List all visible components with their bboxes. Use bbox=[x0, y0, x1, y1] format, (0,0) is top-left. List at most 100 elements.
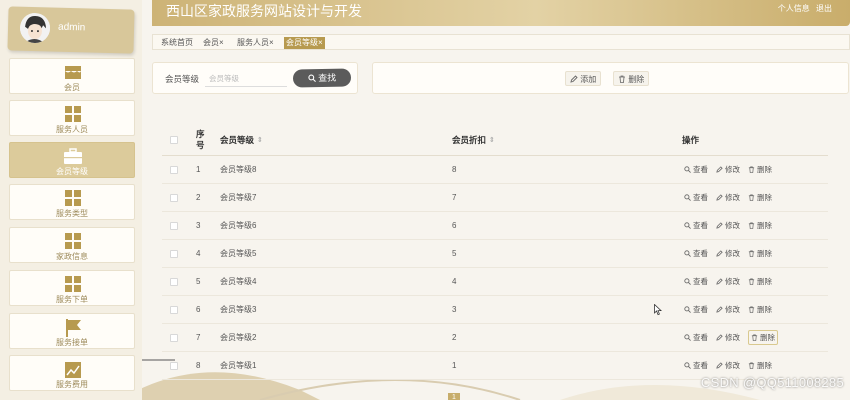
row-delete-button[interactable]: 删除 bbox=[748, 220, 772, 231]
table-row: 6 会员等级3 3 查看 修改 删除 bbox=[162, 296, 828, 324]
username: admin bbox=[57, 21, 86, 34]
row-checkbox[interactable] bbox=[170, 361, 178, 370]
search-icon bbox=[684, 278, 691, 285]
view-button[interactable]: 查看 bbox=[684, 248, 708, 259]
edit-button[interactable]: 修改 bbox=[716, 332, 740, 343]
close-icon[interactable]: × bbox=[318, 38, 323, 47]
search-icon bbox=[684, 362, 691, 369]
table-row: 4 会员等级5 5 查看 修改 删除 bbox=[162, 240, 828, 268]
tab-member[interactable]: 会员× bbox=[201, 37, 226, 49]
sidebar-item-label: 家政信息 bbox=[56, 252, 88, 261]
col-header-level[interactable]: 会员等级 ⇕ bbox=[220, 124, 263, 155]
row-delete-button[interactable]: 删除 bbox=[748, 248, 772, 259]
view-button[interactable]: 查看 bbox=[684, 276, 708, 287]
row-actions: 查看 修改 删除 bbox=[684, 156, 780, 183]
search-icon bbox=[684, 250, 691, 257]
cell-discount: 5 bbox=[452, 249, 457, 258]
cell-discount: 4 bbox=[452, 277, 457, 286]
watermark: CSDN @QQ511008285 bbox=[700, 375, 844, 390]
view-button[interactable]: 查看 bbox=[684, 164, 708, 175]
cell-index: 4 bbox=[196, 249, 201, 258]
col-header-discount[interactable]: 会员折扣 ⇕ bbox=[452, 124, 495, 155]
row-delete-button[interactable]: 删除 bbox=[748, 360, 772, 371]
delete-button[interactable]: 删除 bbox=[613, 71, 650, 86]
cell-index: 8 bbox=[196, 361, 201, 370]
mouse-cursor-icon bbox=[654, 304, 662, 316]
view-button[interactable]: 查看 bbox=[684, 220, 708, 231]
sidebar-item-label: 会员 bbox=[64, 83, 80, 92]
close-icon[interactable]: × bbox=[269, 38, 274, 47]
add-button-label: 添加 bbox=[580, 75, 597, 84]
sidebar-item-service-fee[interactable]: 服务费用 bbox=[9, 355, 135, 391]
cell-index: 5 bbox=[196, 277, 201, 286]
trash-icon bbox=[748, 362, 755, 369]
trash-icon bbox=[748, 194, 755, 201]
row-delete-button[interactable]: 删除 bbox=[748, 192, 772, 203]
view-button[interactable]: 查看 bbox=[684, 192, 708, 203]
add-button[interactable]: 添加 bbox=[565, 71, 602, 86]
edit-button[interactable]: 修改 bbox=[716, 276, 740, 287]
cell-level: 会员等级4 bbox=[220, 277, 257, 286]
sidebar-item-housekeeping-info[interactable]: 家政信息 bbox=[9, 227, 135, 263]
sort-icon[interactable]: ⇕ bbox=[257, 136, 263, 144]
row-actions: 查看 修改 删除 bbox=[684, 296, 780, 323]
cell-discount: 7 bbox=[452, 193, 457, 202]
trash-icon bbox=[748, 306, 755, 313]
cell-discount: 6 bbox=[452, 221, 457, 230]
row-checkbox[interactable] bbox=[170, 333, 178, 342]
cell-discount: 3 bbox=[452, 305, 457, 314]
view-button[interactable]: 查看 bbox=[684, 304, 708, 315]
tab-staff[interactable]: 服务人员× bbox=[235, 37, 276, 49]
row-delete-button[interactable]: 删除 bbox=[748, 304, 772, 315]
close-icon[interactable]: × bbox=[219, 38, 224, 47]
row-checkbox[interactable] bbox=[170, 305, 178, 314]
cell-index: 6 bbox=[196, 305, 201, 314]
row-checkbox[interactable] bbox=[170, 221, 178, 230]
table-row: 2 会员等级7 7 查看 修改 删除 bbox=[162, 184, 828, 212]
search-icon bbox=[684, 306, 691, 313]
site-title: 西山区家政服务网站设计与开发 bbox=[166, 4, 362, 20]
edit-button[interactable]: 修改 bbox=[716, 220, 740, 231]
pencil-icon bbox=[570, 75, 578, 83]
chart-icon bbox=[65, 362, 81, 378]
row-checkbox[interactable] bbox=[170, 193, 178, 202]
pencil-icon bbox=[716, 222, 723, 229]
sidebar-item-service-type[interactable]: 服务类型 bbox=[9, 184, 135, 220]
edit-button[interactable]: 修改 bbox=[716, 164, 740, 175]
grid-icon bbox=[65, 106, 81, 122]
edit-button[interactable]: 修改 bbox=[716, 192, 740, 203]
user-card[interactable]: admin bbox=[7, 6, 135, 54]
sidebar-item-service-accept[interactable]: 服务接单 bbox=[9, 313, 135, 349]
search-input[interactable] bbox=[205, 70, 287, 87]
grid-icon bbox=[65, 190, 81, 206]
edit-button[interactable]: 修改 bbox=[716, 360, 740, 371]
row-delete-button[interactable]: 删除 bbox=[748, 330, 778, 345]
pencil-icon bbox=[716, 278, 723, 285]
tab-home[interactable]: 系统首页 bbox=[159, 37, 195, 49]
row-checkbox[interactable] bbox=[170, 249, 178, 258]
cell-level: 会员等级1 bbox=[220, 361, 257, 370]
sidebar-item-member-level[interactable]: 会员等级 bbox=[9, 142, 135, 178]
select-all-checkbox[interactable] bbox=[170, 135, 178, 144]
row-checkbox[interactable] bbox=[170, 165, 178, 174]
tab-member-level[interactable]: 会员等级× bbox=[284, 37, 325, 49]
profile-link[interactable]: 个人信息 bbox=[778, 4, 810, 13]
view-button[interactable]: 查看 bbox=[684, 332, 708, 343]
search-button[interactable]: 查找 bbox=[292, 68, 352, 88]
edit-button[interactable]: 修改 bbox=[716, 248, 740, 259]
sidebar-item-service-order[interactable]: 服务下单 bbox=[9, 270, 135, 306]
logout-link[interactable]: 退出 bbox=[816, 4, 832, 13]
search-icon bbox=[308, 74, 316, 83]
row-checkbox[interactable] bbox=[170, 277, 178, 286]
view-button[interactable]: 查看 bbox=[684, 360, 708, 371]
trash-icon bbox=[619, 75, 625, 83]
edit-button[interactable]: 修改 bbox=[716, 304, 740, 315]
sort-icon[interactable]: ⇕ bbox=[489, 136, 495, 144]
grid-icon bbox=[65, 276, 81, 292]
row-delete-button[interactable]: 删除 bbox=[748, 276, 772, 287]
sidebar-item-staff[interactable]: 服务人员 bbox=[9, 100, 135, 136]
cell-level: 会员等级2 bbox=[220, 333, 257, 342]
sidebar-item-member[interactable]: 会员 bbox=[9, 58, 135, 94]
row-delete-button[interactable]: 删除 bbox=[748, 164, 772, 175]
current-page[interactable]: 1 bbox=[448, 393, 460, 400]
